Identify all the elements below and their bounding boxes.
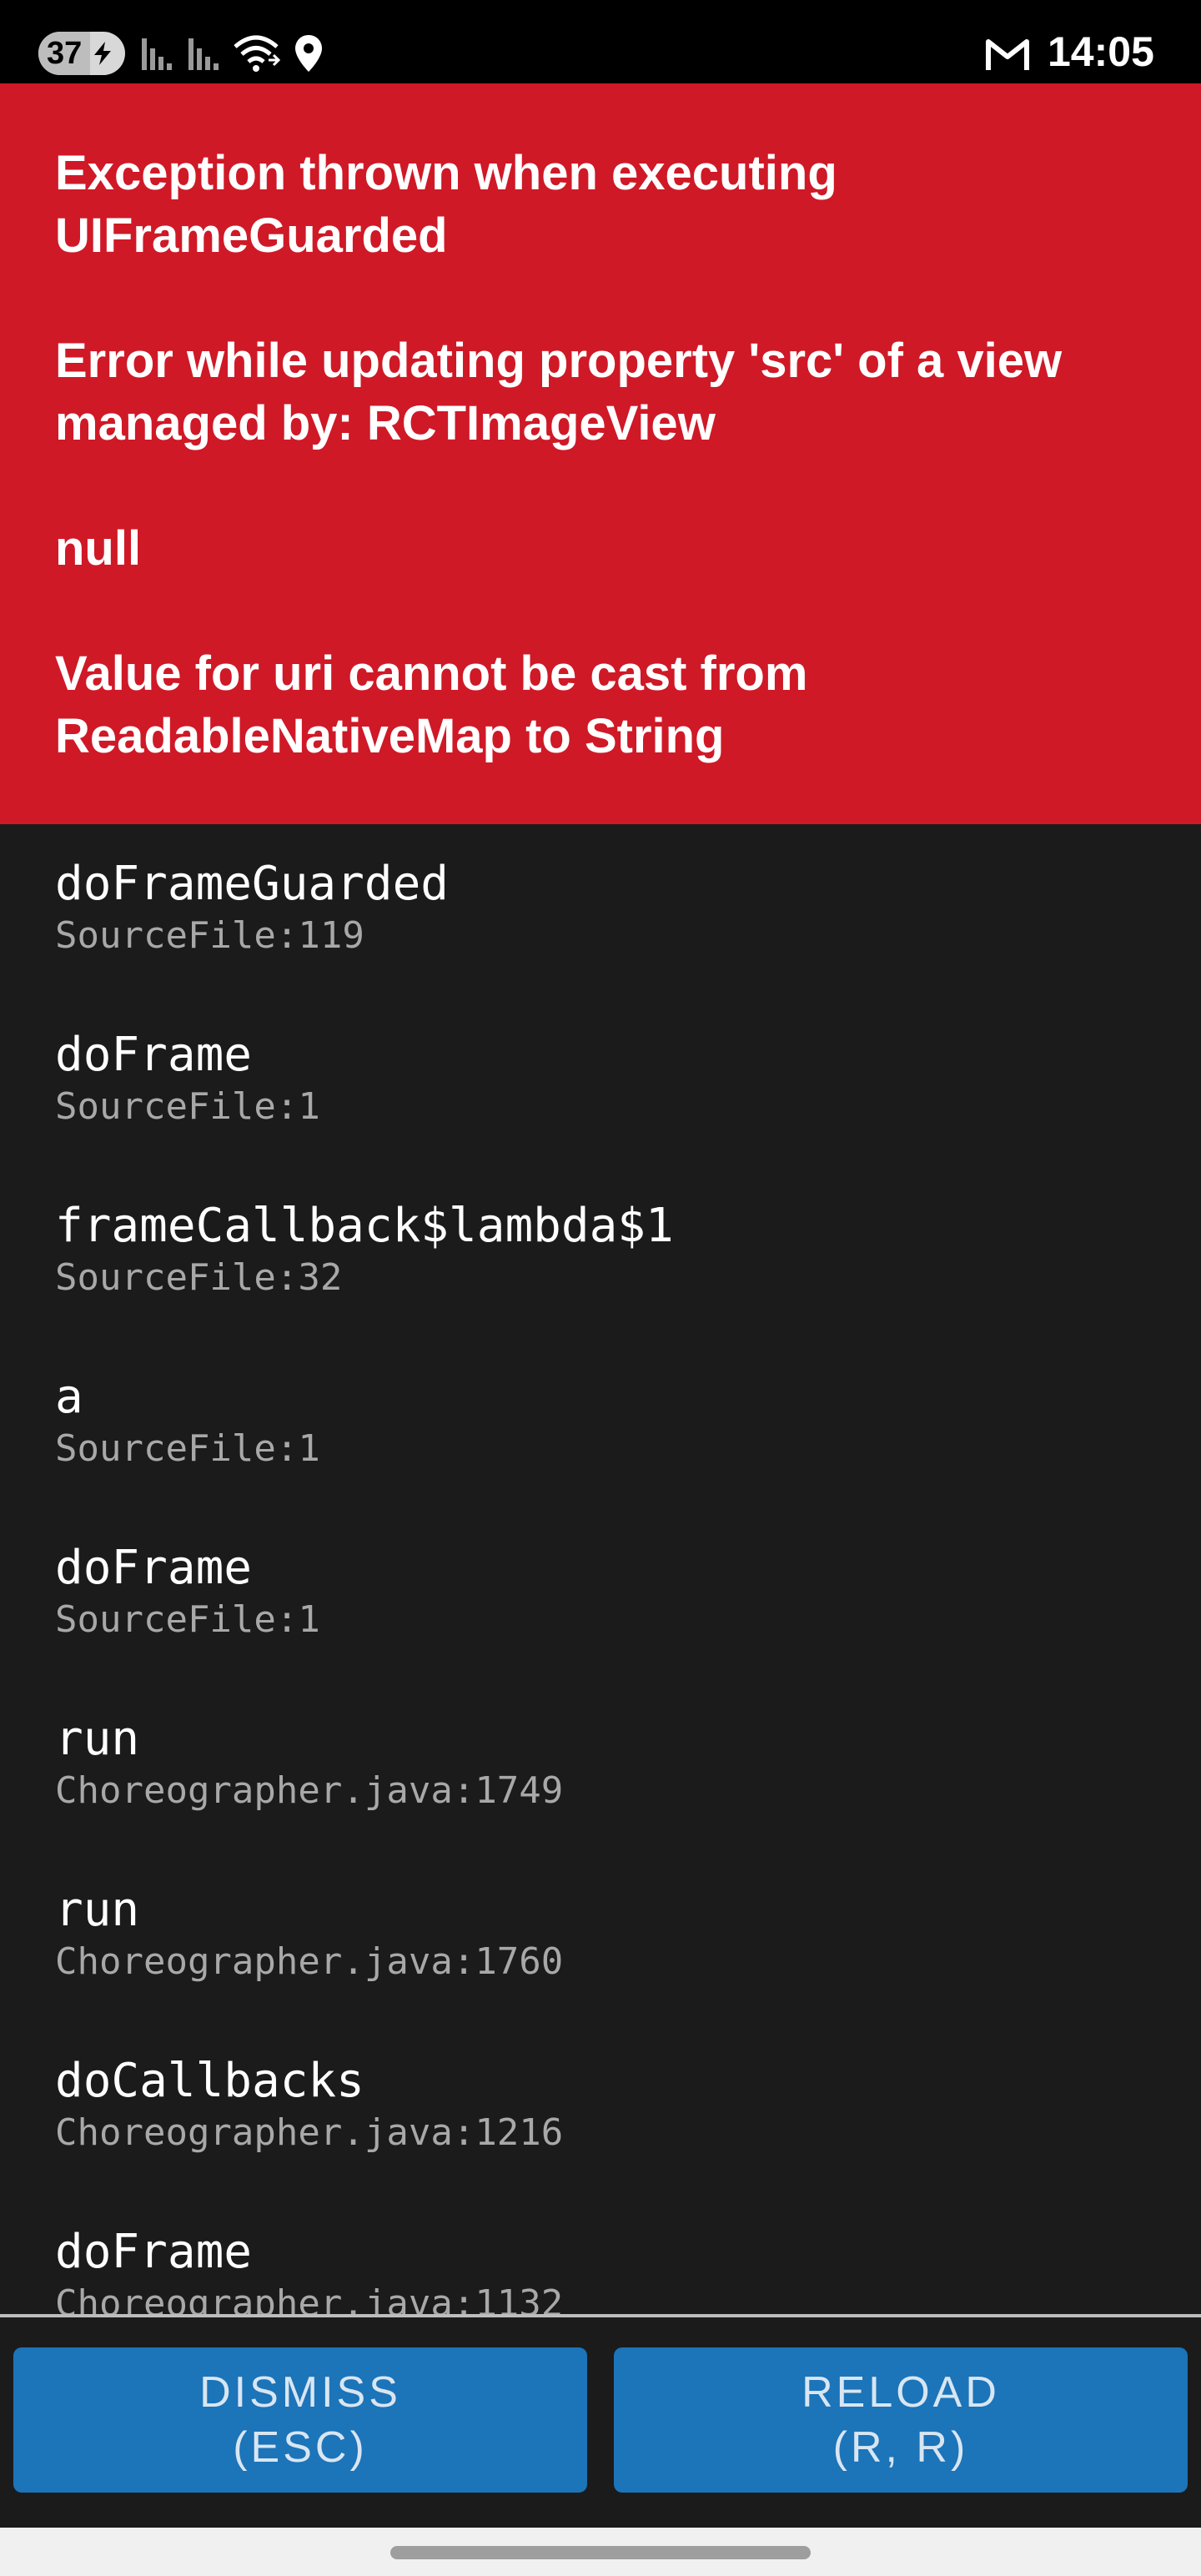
stack-frame[interactable]: run Choreographer.java:1760	[55, 1882, 1139, 1985]
clock: 14:05	[1048, 28, 1154, 75]
dismiss-label: DISMISS	[199, 2368, 401, 2417]
frame-location: SourceFile:1	[55, 1598, 320, 1641]
frame-method: run	[55, 1883, 140, 1937]
status-bar: 37 14:05	[0, 0, 1201, 83]
home-gesture-handle[interactable]	[390, 2546, 811, 2559]
gmail-icon	[986, 39, 1029, 70]
location-icon	[295, 35, 322, 72]
wifi-icon	[234, 35, 280, 72]
frame-location: SourceFile:32	[55, 1256, 343, 1299]
frame-method: doFrameGuarded	[55, 857, 450, 911]
frame-method: doFrame	[55, 1028, 253, 1082]
reload-shortcut: (R, R)	[832, 2423, 969, 2472]
frame-method: doFrame	[55, 2225, 253, 2279]
signal-icon	[188, 38, 219, 70]
dismiss-button[interactable]: DISMISS (ESC)	[13, 2347, 587, 2493]
stack-frame[interactable]: doFrame SourceFile:1	[55, 1027, 1139, 1130]
error-cause: Value for uri cannot be cast from Readab…	[55, 647, 808, 763]
stack-frame[interactable]: doFrame Choreographer.java:1132	[55, 2224, 1139, 2314]
frame-method: doFrame	[55, 1541, 253, 1595]
frame-location: SourceFile:1	[55, 1427, 320, 1470]
frame-location: SourceFile:1	[55, 1085, 320, 1128]
signal-icon	[142, 38, 172, 70]
error-message-panel: Exception thrown when executing UIFrameG…	[0, 83, 1201, 824]
reload-label: RELOAD	[802, 2368, 1000, 2417]
stack-frame[interactable]: doCallbacks Choreographer.java:1216	[55, 2053, 1139, 2156]
battery-saver-icon	[94, 42, 111, 65]
frame-location: Choreographer.java:1132	[55, 2282, 564, 2314]
stack-frame[interactable]: a SourceFile:1	[55, 1369, 1139, 1472]
frame-method: run	[55, 1712, 140, 1766]
error-detail: Error while updating property 'src' of a…	[55, 334, 1063, 450]
error-value: null	[55, 521, 142, 576]
battery-level: 37	[47, 36, 83, 71]
stack-frame[interactable]: doFrameGuarded SourceFile:119	[55, 856, 1139, 959]
dismiss-shortcut: (ESC)	[233, 2423, 368, 2472]
frame-location: Choreographer.java:1216	[55, 2111, 564, 2154]
frame-location: Choreographer.java:1749	[55, 1769, 564, 1812]
frame-location: SourceFile:119	[55, 914, 364, 957]
redbox-footer: DISMISS (ESC) RELOAD (R, R)	[0, 2314, 1201, 2528]
stack-frame[interactable]: doFrame SourceFile:1	[55, 1540, 1139, 1643]
error-title: Exception thrown when executing UIFrameG…	[55, 146, 837, 263]
reload-button[interactable]: RELOAD (R, R)	[614, 2347, 1188, 2493]
frame-location: Choreographer.java:1760	[55, 1940, 564, 1983]
navigation-bar	[0, 2528, 1201, 2576]
frame-method: frameCallback$lambda$1	[55, 1199, 674, 1253]
stack-trace-list[interactable]: doFrameGuarded SourceFile:119 doFrame So…	[0, 824, 1201, 2314]
frame-method: doCallbacks	[55, 2054, 364, 2108]
stack-frame[interactable]: run Choreographer.java:1749	[55, 1711, 1139, 1814]
frame-method: a	[55, 1370, 83, 1424]
battery-indicator: 37	[38, 32, 125, 75]
stack-frame[interactable]: frameCallback$lambda$1 SourceFile:32	[55, 1198, 1139, 1301]
